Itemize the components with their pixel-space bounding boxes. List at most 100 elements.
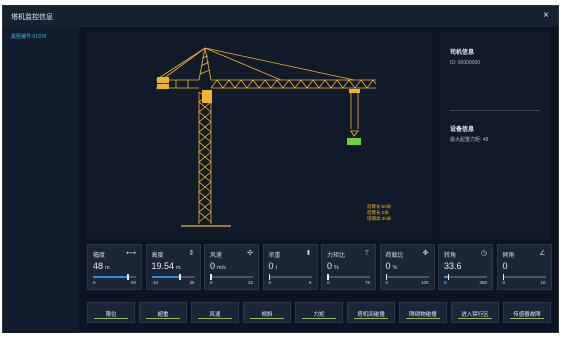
alarm-status-bar [94, 317, 128, 319]
gauge-value: 0 m/s [210, 261, 226, 271]
alarm-status-bar [198, 317, 232, 319]
sidebar-item-device[interactable]: 黑匣编号:61970 [11, 33, 46, 40]
alarm-button[interactable]: 传感器故障 [503, 302, 551, 323]
moment-icon: ⊤ [363, 250, 370, 257]
gauge-max: 10 [540, 280, 546, 285]
gauge-card: 风速 ✣ 0 m/s 0 32 [204, 244, 259, 290]
gauge-min: 0 [268, 280, 272, 285]
gauge-fill [93, 276, 128, 278]
weight-icon: ⬍ [305, 250, 312, 257]
gauge-slider [327, 274, 370, 280]
gauge-max: 75 [364, 280, 370, 285]
gauge-row: 幅度 ⟷ 48 m 0 60 高度 ⇕ 19.54 m -10 35 风速 ✣ 0 m/s 0 32 吊重 ⬍ 0 t 0 6… [87, 244, 552, 290]
max-lifting-moment: 最大起重力矩: 48 [450, 137, 489, 143]
gauge-card: 转角 ◷ 33.6 0 360 [438, 244, 493, 290]
crane-visualization: 前臂长:50米 后臂长:2米 塔帽高:30米 [86, 32, 432, 239]
driver-info-title: 司机信息 [450, 50, 475, 56]
gauge-knob [127, 274, 129, 280]
tower-cap-height: 塔帽高:30米 [367, 216, 392, 221]
monitor-window: 塔机监控信息 × 黑匣编号:61970 前臂长:50米 后臂长:2米 塔帽高:3… [2, 5, 559, 333]
fan-icon: ✣ [247, 250, 253, 257]
gauge-card: 幅度 ⟷ 48 m 0 60 [87, 244, 142, 290]
gauge-card: 倾角 ∠ 0 0 10 [496, 244, 552, 290]
alarm-button[interactable]: 限位 [87, 302, 135, 323]
gauge-value: 0% [327, 261, 339, 271]
gauge-number: 33.6 [444, 261, 462, 271]
gauge-card: 荷载比 ✥ 0% 0 100 [379, 244, 435, 290]
gauge-knob [179, 274, 181, 280]
operator-cab [202, 90, 212, 103]
sidebar: 黑匣编号:61970 [3, 27, 79, 333]
gauge-label: 风速 [210, 253, 223, 259]
alarm-status-bar [354, 317, 388, 319]
crane-readout: 前臂长:50米 后臂长:2米 塔帽高:30米 [367, 204, 391, 222]
gauge-value: 48 m [93, 261, 110, 271]
alarm-status-bar [458, 317, 492, 319]
gauge-fill [151, 276, 180, 278]
gauge-unit: % [334, 265, 339, 271]
gauge-label: 吊重 [268, 253, 281, 259]
gauge-label: 幅度 [93, 253, 106, 259]
gauge-label: 力矩比 [327, 253, 346, 259]
gauge-slider [444, 274, 487, 280]
gauge-number: 0 [210, 261, 216, 271]
gauge-unit: t [275, 265, 278, 271]
close-icon[interactable]: × [543, 10, 549, 21]
gauge-unit: m/s [217, 265, 226, 271]
gauge-min: -10 [151, 280, 159, 285]
alarm-button[interactable]: 进入禁行区 [451, 302, 499, 323]
alarm-status-bar [146, 317, 180, 319]
gauge-min: 0 [210, 280, 213, 285]
title-bar: 塔机监控信息 × [3, 6, 558, 27]
alarm-button[interactable]: 超重 [139, 302, 187, 323]
gauge-card: 高度 ⇕ 19.54 m -10 35 [145, 244, 201, 290]
gauge-number: 48 [93, 261, 104, 271]
alarm-status-bar [406, 317, 440, 319]
gauge-max: 360 [479, 280, 487, 285]
gauge-card: 吊重 ⬍ 0 t 0 6 [262, 244, 318, 290]
gauge-slider [385, 274, 429, 280]
alarm-status-bar [250, 317, 284, 319]
gauge-slider [93, 274, 136, 280]
gauge-min: 0 [385, 280, 389, 285]
gauge-label: 转角 [444, 253, 457, 259]
alarm-status-bar [510, 317, 544, 319]
gauge-slider [268, 274, 312, 280]
load-icon: ✥ [422, 250, 429, 257]
alarm-button[interactable]: 力矩 [295, 302, 343, 323]
gauge-knob [447, 274, 450, 280]
alarm-button[interactable]: 塔机间碰撞 [347, 302, 395, 323]
gauge-unit: m [105, 265, 110, 271]
alarm-button[interactable]: 风速 [191, 302, 239, 323]
gauge-min: 0 [444, 280, 447, 285]
alarm-button[interactable]: 倾斜 [243, 302, 291, 323]
hook-load [347, 138, 361, 145]
gauge-slider [210, 274, 253, 280]
gauge-value: 0% [386, 261, 398, 271]
gauge-min: 0 [502, 280, 506, 285]
trolley [349, 89, 360, 93]
gauge-number: 19.54 [151, 261, 175, 271]
alarm-row: 限位 超重 风速 倾斜 力矩 塔机间碰撞 障碍物碰撞 进入禁行区 传感器故障 [87, 302, 551, 324]
height-icon: ⇕ [188, 250, 195, 257]
window-title: 塔机监控信息 [11, 14, 53, 21]
alarm-button[interactable]: 障碍物碰撞 [399, 302, 447, 323]
gauge-max: 6 [308, 280, 312, 285]
gauge-number: 0 [327, 261, 333, 271]
gauge-unit: % [392, 265, 398, 271]
gauge-min: 0 [93, 280, 96, 285]
gauge-value: 0t [269, 261, 278, 271]
gauge-max: 60 [130, 280, 136, 285]
gauge-slider [151, 274, 195, 280]
gauge-value: 0 [503, 261, 510, 271]
gauge-card: 力矩比 ⊤ 0% 0 75 [321, 244, 376, 290]
gauge-label: 倾角 [502, 253, 515, 259]
gauge-number: 0 [268, 261, 274, 271]
divider [450, 110, 540, 111]
tilt-icon: ∠ [539, 250, 546, 257]
gauge-value: 33.6 [444, 261, 464, 271]
gauge-value: 19.54 m [152, 261, 181, 271]
driver-id: ID: 00000000 [450, 60, 481, 66]
gauge-unit: m [176, 265, 181, 271]
alarm-status-bar [302, 317, 336, 319]
